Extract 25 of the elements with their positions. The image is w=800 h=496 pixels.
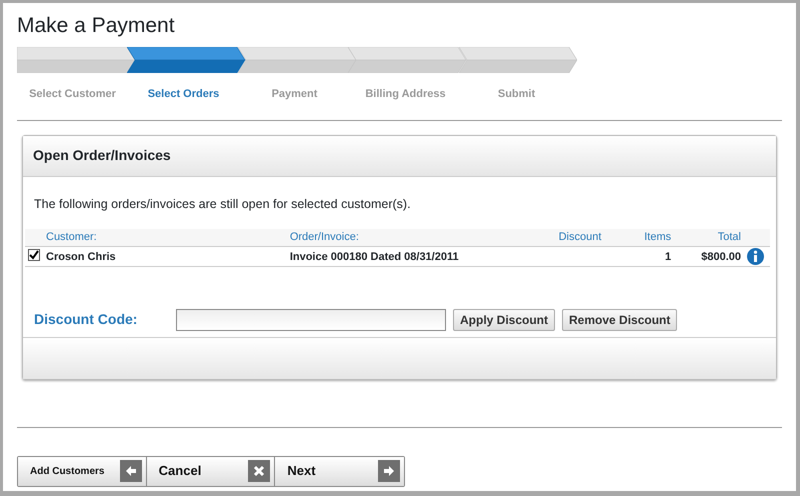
arrow-left-icon: [120, 460, 142, 482]
panel-title: Open Order/Invoices: [33, 146, 171, 166]
column-header: Order/Invoice:: [286, 228, 556, 247]
step-label[interactable]: Select Orders: [128, 86, 239, 102]
page-title: Make a Payment: [17, 13, 176, 39]
discount-code-field[interactable]: [176, 308, 446, 331]
arrow-right-icon: [378, 460, 400, 482]
column-header: Items: [604, 228, 674, 247]
discount-button[interactable]: Remove Discount: [562, 308, 678, 331]
column-header: Customer:: [43, 228, 287, 247]
discount-label: Discount Code:: [34, 310, 138, 330]
close-icon: [248, 460, 270, 482]
footer-button[interactable]: Cancel: [146, 456, 276, 486]
footer-button[interactable]: Add Customers: [18, 456, 147, 486]
column-header: Discount: [556, 228, 604, 247]
discount-button[interactable]: Apply Discount: [453, 308, 556, 331]
table-cell: Invoice 000180 Dated 08/31/2011: [286, 246, 556, 267]
column-header: Total: [674, 228, 744, 247]
panel-message: The following orders/invoices are still open for selected customer(s).: [33, 196, 412, 214]
row-checkbox[interactable]: [28, 248, 40, 260]
info-icon[interactable]: [747, 248, 764, 266]
table-cell: Croson Chris: [43, 246, 287, 267]
table-cell: 1: [604, 246, 674, 267]
table-cell: $800.00: [674, 246, 744, 267]
footer-button[interactable]: Next: [275, 456, 404, 486]
